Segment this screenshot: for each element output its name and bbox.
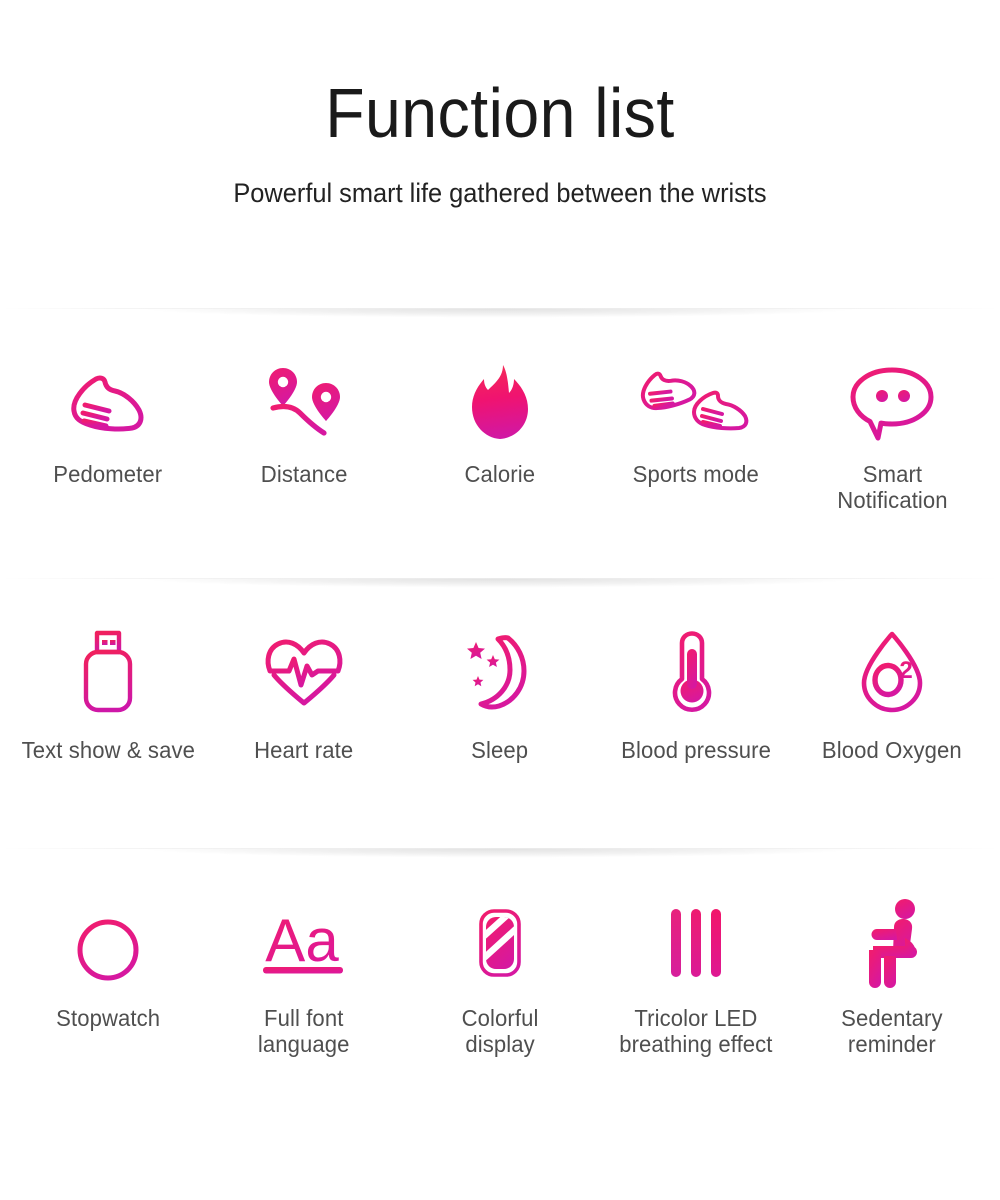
feature-label: Blood Oxygen xyxy=(822,737,962,763)
feature-label: Blood pressure xyxy=(621,737,771,763)
heart-pulse-icon xyxy=(262,630,346,716)
section-divider-3 xyxy=(0,835,1000,873)
page-header: Function list Powerful smart life gather… xyxy=(0,0,1000,209)
flame-icon xyxy=(469,360,531,446)
feature-label: Calorie xyxy=(464,461,536,487)
feature-label: Pedometer xyxy=(53,461,163,487)
feature-row: Stopwatch Aa Full font language Colorful… xyxy=(0,891,1000,1058)
function-list-page: Function list Powerful smart life gather… xyxy=(0,0,1000,1200)
feature-row: Pedometer Distance Calorie Sports mode S… xyxy=(0,360,1000,514)
feature-label: Smart Notification xyxy=(836,461,948,513)
divider-hairline xyxy=(0,578,1000,579)
feature-label: Distance xyxy=(260,461,348,487)
feature-item-heart-rate[interactable]: Heart rate xyxy=(208,630,400,764)
feature-label: Text show & save xyxy=(21,737,195,763)
divider-shadow xyxy=(0,309,1000,320)
feature-label: Sleep xyxy=(471,737,529,763)
divider-shadow xyxy=(0,579,1000,590)
chat-bubble-icon xyxy=(848,360,936,446)
feature-item-pedometer[interactable]: Pedometer xyxy=(12,360,204,488)
feature-label: Sedentary reminder xyxy=(841,1005,943,1057)
feature-label: Tricolor LED breathing effect xyxy=(619,1005,773,1057)
page-subtitle: Powerful smart life gathered between the… xyxy=(233,178,767,208)
feature-item-stopwatch[interactable]: Stopwatch xyxy=(12,900,204,1032)
seated-person-icon xyxy=(853,899,931,988)
svg-text:Aa: Aa xyxy=(265,907,339,974)
feature-item-sports-mode[interactable]: Sports mode xyxy=(600,360,792,488)
droplet-o2-icon: 2 xyxy=(856,630,928,716)
feature-item-text-show-save[interactable]: Text show & save xyxy=(12,630,204,764)
usb-flash-drive-icon xyxy=(77,630,139,716)
page-title: Function list xyxy=(325,74,675,152)
feature-item-sedentary-reminder[interactable]: Sedentary reminder xyxy=(796,899,988,1058)
feature-label: Colorful display xyxy=(461,1005,539,1057)
feature-label: Sports mode xyxy=(632,461,760,487)
running-shoe-icon xyxy=(62,360,154,446)
feature-item-blood-pressure[interactable]: Blood pressure xyxy=(600,630,792,764)
feature-label: Full font language xyxy=(258,1005,350,1057)
feature-item-blood-oxygen[interactable]: 2 Blood Oxygen xyxy=(796,630,988,764)
smart-band-icon xyxy=(466,891,534,995)
divider-shadow xyxy=(0,849,1000,860)
feature-label: Heart rate xyxy=(254,737,354,763)
feature-item-sleep[interactable]: Sleep xyxy=(404,630,596,764)
section-divider-1 xyxy=(0,295,1000,333)
moon-stars-icon xyxy=(460,630,540,716)
divider-hairline xyxy=(0,848,1000,849)
two-sneakers-icon xyxy=(632,360,760,446)
divider-hairline xyxy=(0,308,1000,309)
route-map-pins-icon xyxy=(262,360,346,446)
typography-aa-icon: Aa xyxy=(249,900,359,986)
section-divider-2 xyxy=(0,565,1000,603)
three-bars-icon xyxy=(667,900,725,986)
svg-text:2: 2 xyxy=(899,657,912,684)
feature-item-distance[interactable]: Distance xyxy=(208,360,400,488)
stopwatch-icon xyxy=(69,900,147,986)
feature-item-smart-notification[interactable]: Smart Notification xyxy=(796,360,988,514)
feature-item-calorie[interactable]: Calorie xyxy=(404,360,596,488)
feature-row: Text show & save Heart rate Sleep Blood … xyxy=(0,630,1000,764)
feature-label: Stopwatch xyxy=(56,1005,160,1031)
feature-item-full-font-language[interactable]: Aa Full font language xyxy=(208,900,400,1058)
feature-item-tricolor-led[interactable]: Tricolor LED breathing effect xyxy=(600,900,792,1058)
thermometer-icon xyxy=(660,630,732,716)
feature-item-colorful-display[interactable]: Colorful display xyxy=(404,891,596,1058)
